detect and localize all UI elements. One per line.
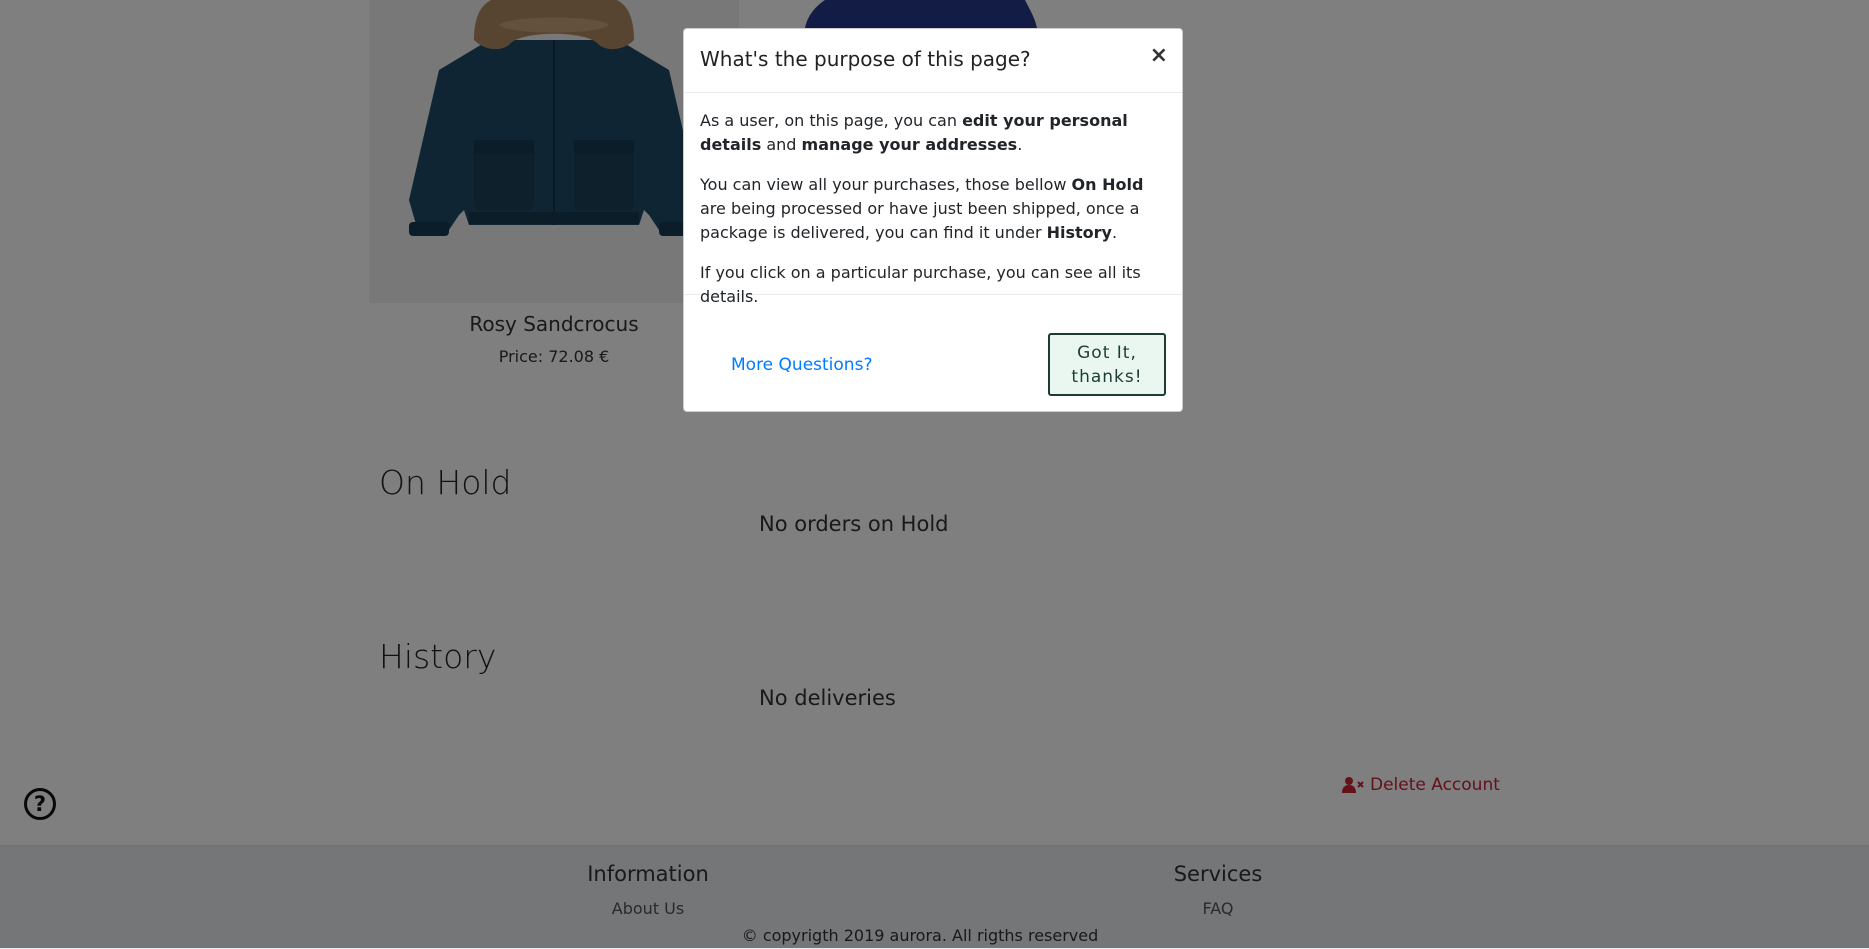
got-it-button[interactable]: Got It, thanks! — [1048, 333, 1166, 396]
modal-text: . — [1017, 135, 1023, 154]
modal-paragraph-1: As a user, on this page, you can edit yo… — [700, 109, 1166, 157]
modal-header: What's the purpose of this page? × — [684, 29, 1182, 93]
more-questions-link[interactable]: More Questions? — [731, 355, 872, 375]
modal-title: What's the purpose of this page? — [700, 47, 1031, 71]
modal-text: and — [761, 135, 802, 154]
modal-emphasis: manage your addresses — [801, 135, 1018, 154]
modal-emphasis: On Hold — [1071, 175, 1144, 194]
modal-text: As a user, on this page, you can — [700, 111, 963, 130]
purpose-modal: What's the purpose of this page? × As a … — [683, 28, 1183, 412]
modal-paragraph-3: If you click on a particular purchase, y… — [700, 263, 1141, 306]
close-icon[interactable]: × — [1150, 43, 1168, 68]
modal-emphasis: History — [1046, 223, 1112, 242]
modal-text: You can view all your purchases, those b… — [700, 175, 1072, 194]
modal-body: As a user, on this page, you can edit yo… — [684, 93, 1182, 306]
modal-paragraph-2: You can view all your purchases, those b… — [700, 173, 1166, 245]
modal-text: . — [1111, 223, 1118, 242]
